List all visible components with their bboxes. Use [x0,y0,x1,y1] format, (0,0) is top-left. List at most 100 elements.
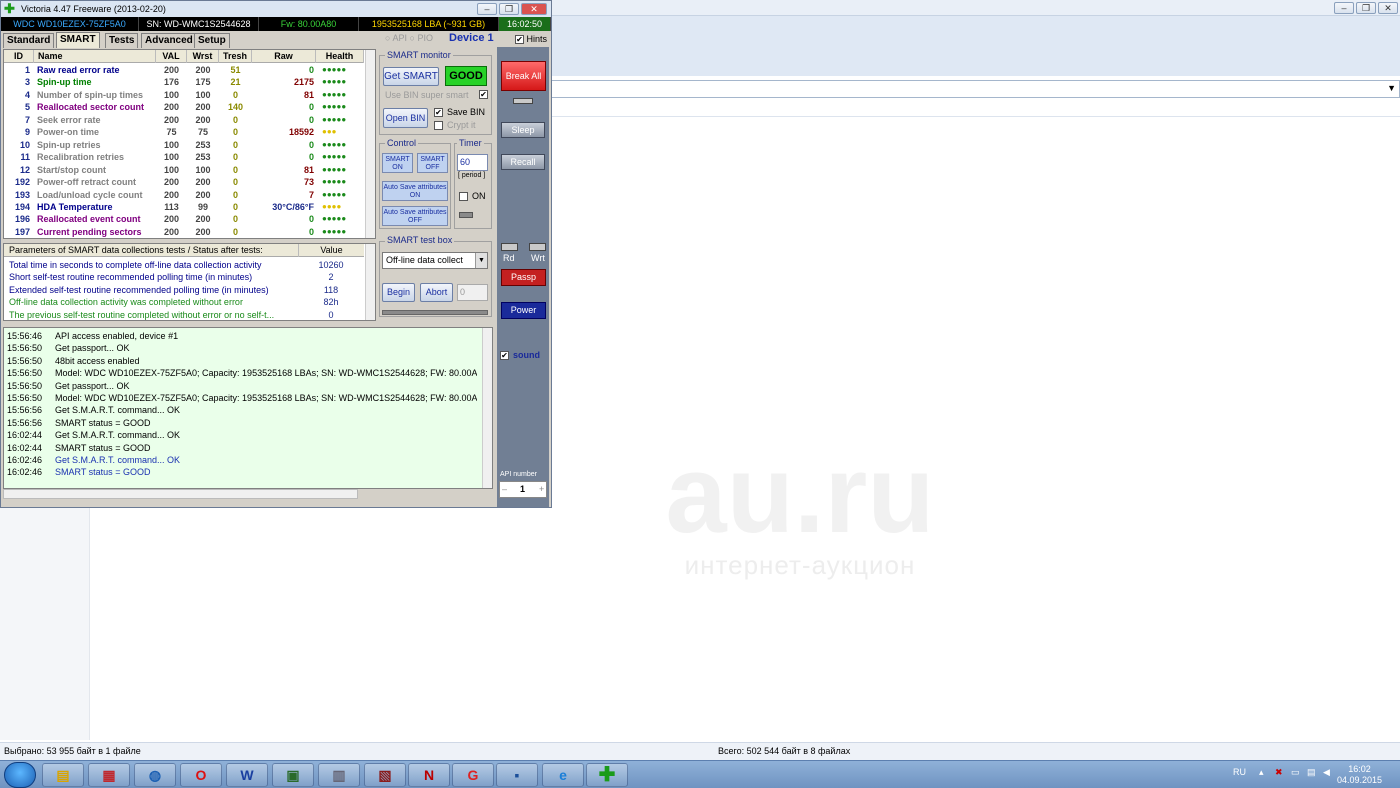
auto-save-off-button[interactable]: Auto Save attributes OFF [382,206,448,226]
log-vertical-scrollbar[interactable] [482,328,492,488]
calculator-icon[interactable]: ▥ [318,763,360,787]
tab-smart[interactable]: SMART [56,32,100,48]
test-progress-input[interactable]: 0 [457,284,488,301]
document-icon[interactable]: ▦ [88,763,130,787]
clock[interactable]: 16:02 04.09.2015 [1337,764,1382,786]
ie-icon[interactable]: e [542,763,584,787]
maximize-button[interactable]: ❐ [499,3,519,15]
pio-radio[interactable]: ○ [409,33,414,43]
close-button[interactable]: ✕ [1378,2,1398,14]
app-icon[interactable]: G [452,763,494,787]
use-bin-checkbox[interactable]: ✔ [479,90,488,99]
break-all-button[interactable]: Break All [501,61,546,91]
tab-advanced[interactable]: Advanced [141,33,197,48]
abort-button[interactable]: Abort [420,283,453,302]
api-number-spinner[interactable]: – 1 + [499,481,547,498]
wrt-label: Wrt [531,253,545,263]
list-item[interactable]: The previous self-test routine completed… [4,309,364,320]
table-row[interactable]: 4 Number of spin-up times 100 100 0 81 ●●●●● [4,89,364,101]
decrement-icon[interactable]: – [502,482,507,497]
table-row[interactable]: 3 Spin-up time 176 175 21 2175 ●●●●● [4,76,364,88]
table-row[interactable]: 12 Start/stop count 100 100 0 81 ●●●●● [4,164,364,176]
col-wrst[interactable]: Wrst [187,50,219,63]
chevron-down-icon[interactable]: ▼ [475,253,487,268]
col-id[interactable]: ID [4,50,34,63]
utility-icon[interactable]: ▣ [272,763,314,787]
check-icon[interactable]: ✔ [515,35,524,45]
col-tresh[interactable]: Tresh [219,50,252,63]
col-val[interactable]: VAL [156,50,187,63]
chevron-down-icon[interactable]: ▼ [1387,83,1396,93]
open-bin-button[interactable]: Open BIN [383,108,428,128]
col-raw[interactable]: Raw [252,50,316,63]
crypt-checkbox[interactable] [434,121,443,130]
params-scrollbar[interactable] [365,244,375,320]
address-bar[interactable]: ▼ [550,80,1400,98]
maximize-button[interactable]: ❐ [1356,2,1376,14]
sound-checkbox[interactable]: ✔ [500,351,509,360]
list-item[interactable]: Off-line data collection activity was co… [4,296,364,308]
table-row[interactable]: 192 Power-off retract count 200 200 0 73 ●●●●● [4,176,364,188]
increment-icon[interactable]: + [539,482,544,497]
language-indicator[interactable]: RU [1233,767,1246,777]
minimize-button[interactable]: – [477,3,497,15]
recall-button[interactable]: Recall [501,154,545,170]
smart-scrollbar[interactable] [365,50,375,238]
table-row[interactable]: 9 Power-on time 75 75 0 18592 ●●● [4,126,364,138]
list-item[interactable]: Short self-test routine recommended poll… [4,271,364,283]
minimize-button[interactable]: – [1334,2,1354,14]
table-row[interactable]: 7 Seek error rate 200 200 0 0 ●●●●● [4,114,364,126]
opera-icon[interactable]: O [180,763,222,787]
start-button[interactable] [4,762,36,788]
auto-save-on-button[interactable]: Auto Save attributes ON [382,181,448,201]
col-name[interactable]: Name [34,50,156,63]
column-header [550,99,1400,117]
list-item[interactable]: Extended self-test routine recommended p… [4,284,364,296]
table-row[interactable]: 193 Load/unload cycle count 200 200 0 7 ●●●●● [4,189,364,201]
power-button[interactable]: Power [501,302,546,319]
nero-icon[interactable]: N [408,763,450,787]
table-row[interactable]: 5 Reallocated sector count 200 200 140 0 ●●●●● [4,101,364,113]
api-radio[interactable]: ○ [385,33,390,43]
folder-icon[interactable]: ▤ [42,763,84,787]
api-label: API [392,33,407,43]
device-label[interactable]: Device 1 [449,32,494,44]
passp-button[interactable]: Passp [501,269,546,286]
network-icon[interactable]: ▪ [496,763,538,787]
timer-input[interactable]: 60 [457,154,488,171]
tab-setup[interactable]: Setup [194,33,230,48]
archive-icon[interactable]: ▧ [364,763,406,787]
monitor-icon[interactable]: ▭ [1291,767,1300,778]
volume-icon[interactable]: ◀ [1323,767,1330,778]
get-smart-button[interactable]: Get SMART [383,67,439,86]
timer-on-checkbox[interactable] [459,192,468,201]
table-row[interactable]: 10 Spin-up retries 100 253 0 0 ●●●●● [4,139,364,151]
begin-button[interactable]: Begin [382,283,415,302]
globe-icon[interactable]: ◍ [134,763,176,787]
hints-checkbox[interactable]: ✔ Hints [515,34,548,45]
smart-on-button[interactable]: SMART ON [382,153,413,173]
table-row[interactable]: 1 Raw read error rate 200 200 51 0 ●●●●● [4,64,364,76]
table-row[interactable]: 196 Reallocated event count 200 200 0 0 ●●●●● [4,213,364,225]
smart-cell-name: Seek error rate [37,114,101,125]
table-row[interactable]: 11 Recalibration retries 100 253 0 0 ●●●●● [4,151,364,163]
col-health[interactable]: Health [316,50,364,63]
tab-tests[interactable]: Tests [105,33,139,48]
tray-alert-icon[interactable]: ✖ [1275,767,1283,778]
save-bin-checkbox[interactable]: ✔ [434,108,443,117]
word-icon[interactable]: W [226,763,268,787]
smart-cell-val: 200 [163,226,180,237]
network-tray-icon[interactable]: ▤ [1307,767,1316,778]
table-row[interactable]: 194 HDA Temperature 113 99 0 30°C/86°F ●●●● [4,201,364,213]
list-item[interactable]: Total time in seconds to complete off-li… [4,259,364,271]
close-button[interactable]: ✕ [521,3,547,15]
smart-off-button[interactable]: SMART OFF [417,153,448,173]
log-horizontal-scrollbar[interactable] [3,489,358,499]
tray-arrow-icon[interactable]: ▴ [1259,767,1264,778]
table-row[interactable]: 197 Current pending sectors 200 200 0 0 ●●●●● [4,226,364,238]
test-type-select[interactable]: Off-line data collect ▼ [382,252,488,269]
sleep-button[interactable]: Sleep [501,122,545,138]
hints-label: Hints [526,34,548,44]
victoria-icon[interactable]: ✚ [586,763,628,787]
tab-standard[interactable]: Standard [3,33,55,48]
